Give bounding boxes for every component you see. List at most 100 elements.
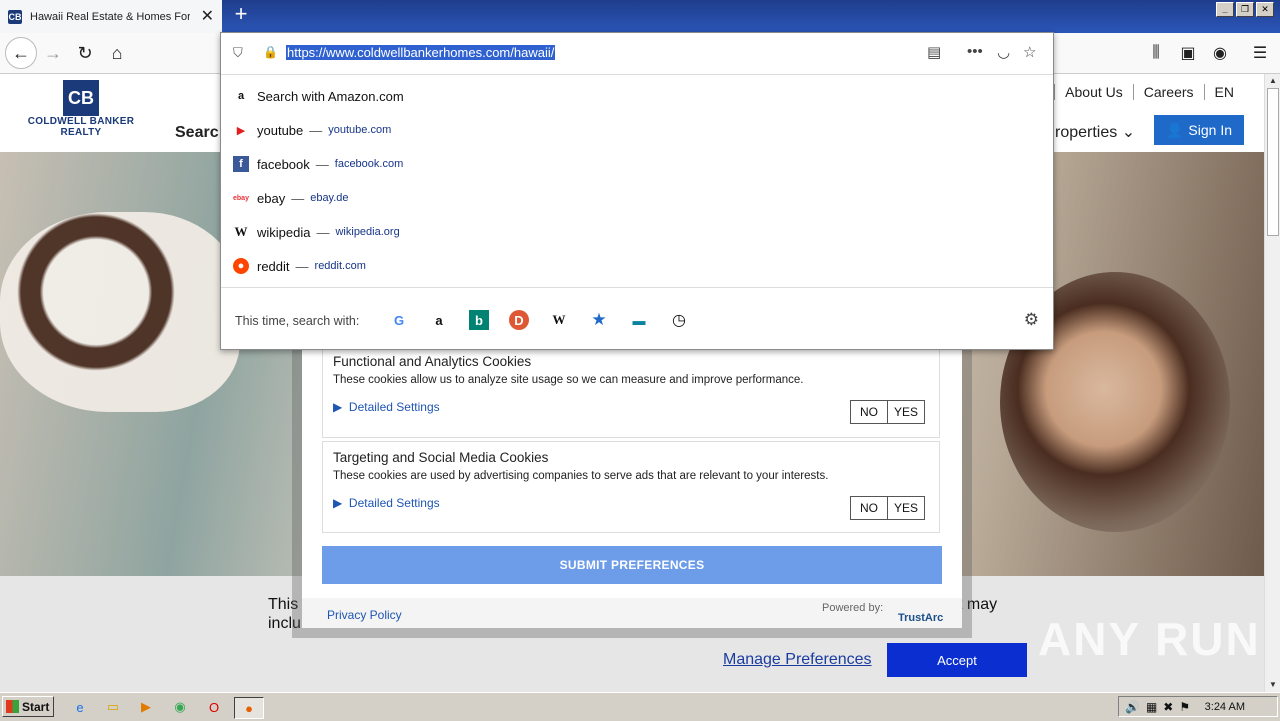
tab-strip: CB Hawaii Real Estate & Homes For Sale ✕… — [0, 0, 1280, 33]
home-button[interactable]: ⌂ — [102, 38, 132, 68]
search-label[interactable]: Searc — [175, 124, 219, 142]
minimize-button[interactable]: _ — [1216, 2, 1234, 17]
top-link-language[interactable]: EN — [1203, 84, 1244, 100]
close-tab-icon[interactable]: ✕ — [201, 8, 214, 25]
library-button[interactable]: ⫼ — [1144, 41, 1168, 65]
hamburger-menu-icon: ☰ — [1252, 45, 1268, 62]
youtube-icon: ▶ — [236, 124, 246, 137]
suggestion-url: wikipedia.org — [335, 226, 400, 238]
history-clock-icon[interactable]: ◷ — [669, 310, 689, 330]
file-explorer-icon[interactable]: ▭ — [103, 697, 123, 717]
logo-mark-icon: CB — [63, 80, 99, 116]
suggestion-url: youtube.com — [328, 124, 392, 136]
home-icon: ⌂ — [111, 42, 123, 63]
account-button[interactable]: ◉ — [1208, 41, 1232, 65]
duckduckgo-icon[interactable]: D — [509, 310, 529, 330]
top-links: e About Us Careers EN — [1026, 84, 1244, 100]
logo-line-2: REALTY — [60, 127, 102, 138]
opera-icon[interactable]: O — [204, 697, 224, 717]
forward-button[interactable]: → — [38, 38, 68, 68]
facebook-icon: f — [233, 156, 249, 172]
url-input[interactable]: https://www.coldwellbankerhomes.com/hawa… — [286, 45, 556, 60]
tab-title: Hawaii Real Estate & Homes For Sale — [30, 10, 190, 23]
tabs-icon[interactable]: ▬ — [629, 310, 649, 330]
security-icon[interactable]: ✖ — [1163, 700, 1173, 714]
google-icon[interactable]: G — [389, 310, 409, 330]
scrollbar-thumb[interactable] — [1267, 88, 1279, 236]
library-icon: ⫼ — [1152, 44, 1160, 61]
suggestion-label: facebook — [257, 156, 310, 172]
lock-icon[interactable]: 🔒 — [263, 45, 278, 59]
coldwell-banker-logo[interactable]: CB COLDWELL BANKER REALTY — [24, 80, 138, 138]
privacy-policy-link[interactable]: Privacy Policy — [327, 608, 402, 622]
one-off-search-engines: This time, search with: G a b D W ★ ▬ ◷ … — [221, 287, 1053, 350]
chevron-down-icon: ⌄ — [1121, 124, 1136, 141]
anyrun-watermark: ANY RUN — [1038, 613, 1261, 665]
suggestion-reddit[interactable]: ● reddit — reddit.com — [233, 249, 366, 283]
amazon-icon[interactable]: a — [429, 310, 449, 330]
reader-view-icon[interactable]: ▤ — [927, 43, 941, 61]
powered-by-label: Powered by: — [822, 602, 884, 614]
top-link-about-us[interactable]: About Us — [1054, 84, 1133, 100]
amazon-icon: a — [237, 90, 245, 102]
suggestion-wikipedia[interactable]: W wikipedia — wikipedia.org — [233, 215, 400, 249]
cookie-preferences-modal: Functional and Analytics Cookies These c… — [302, 346, 962, 628]
suggestion-facebook[interactable]: f facebook — facebook.com — [233, 147, 403, 181]
dog-photo — [0, 212, 240, 412]
functional-yes-button[interactable]: YES — [887, 401, 924, 423]
suggestion-ebay[interactable]: ebay ebay — ebay.de — [233, 181, 349, 215]
new-tab-button[interactable]: + — [230, 3, 252, 26]
functional-detailed-settings[interactable]: ▶ Detailed Settings — [333, 400, 440, 414]
close-window-button[interactable]: ✕ — [1256, 2, 1274, 17]
pocket-icon[interactable]: ◡ — [997, 43, 1010, 61]
forward-arrow-icon: → — [44, 42, 62, 63]
restore-button[interactable]: ❐ — [1236, 2, 1254, 17]
ebay-icon: ebay — [233, 194, 249, 202]
back-button[interactable]: ← — [5, 37, 37, 69]
reload-button[interactable]: ↻ — [70, 38, 100, 68]
chrome-icon[interactable]: ◉ — [170, 697, 190, 717]
targeting-detailed-settings[interactable]: ▶ Detailed Settings — [333, 496, 440, 510]
accept-button[interactable]: Accept — [887, 643, 1027, 677]
internet-explorer-icon[interactable]: e — [70, 697, 90, 717]
url-bar[interactable]: ⛉ 🔒 https://www.coldwellbankerhomes.com/… — [221, 33, 1053, 75]
bookmark-star-icon[interactable]: ☆ — [1023, 43, 1036, 61]
wikipedia-icon[interactable]: W — [549, 310, 569, 330]
tracking-protection-shield-icon[interactable]: ⛉ — [233, 45, 243, 61]
properties-menu[interactable]: roperties ⌄ — [1055, 122, 1135, 142]
search-settings-gear-icon[interactable]: ⚙ — [1024, 310, 1039, 330]
start-button[interactable]: Start — [2, 696, 54, 717]
firefox-taskbar-button[interactable]: ● — [234, 697, 264, 719]
scroll-down-arrow-icon[interactable]: ▼ — [1265, 678, 1280, 692]
network-icon[interactable]: ▦ — [1146, 700, 1157, 714]
suggestion-youtube[interactable]: ▶ youtube — youtube.com — [233, 113, 391, 147]
submit-preferences-button[interactable]: SUBMIT PREFERENCES — [322, 546, 942, 584]
suggestion-separator: — — [316, 224, 330, 240]
targeting-yes-button[interactable]: YES — [887, 497, 924, 519]
sidebar-button[interactable]: ▣ — [1176, 41, 1200, 65]
targeting-cookies-title: Targeting and Social Media Cookies — [333, 450, 549, 465]
triangle-right-icon: ▶ — [333, 496, 349, 510]
logo-line-1: COLDWELL BANKER — [27, 116, 135, 127]
manage-preferences-link[interactable]: Manage Preferences — [723, 651, 872, 669]
top-link-careers[interactable]: Careers — [1132, 84, 1204, 100]
bing-icon[interactable]: b — [469, 310, 489, 330]
page-scrollbar[interactable]: ▲ ▼ — [1264, 74, 1280, 692]
bookmarks-star-icon[interactable]: ★ — [589, 310, 609, 330]
firefox-icon: ● — [245, 700, 253, 716]
scroll-up-arrow-icon[interactable]: ▲ — [1265, 74, 1280, 88]
functional-cookies-toggle: NO YES — [850, 400, 925, 424]
account-icon: ◉ — [1213, 45, 1227, 62]
browser-tab[interactable]: CB Hawaii Real Estate & Homes For Sale ✕ — [0, 0, 222, 33]
page-actions-icon[interactable]: ••• — [967, 43, 983, 60]
functional-no-button[interactable]: NO — [851, 401, 887, 423]
sign-in-button[interactable]: 👤 Sign In — [1154, 115, 1244, 145]
menu-button[interactable]: ☰ — [1248, 41, 1272, 65]
volume-icon[interactable]: 🔊 — [1125, 700, 1140, 714]
suggestion-separator: — — [309, 122, 323, 138]
suggestion-amazon-search[interactable]: a Search with Amazon.com — [233, 79, 404, 113]
action-center-flag-icon[interactable]: ⚑ — [1179, 700, 1190, 714]
targeting-no-button[interactable]: NO — [851, 497, 887, 519]
functional-cookies-description: These cookies allow us to analyze site u… — [333, 374, 804, 386]
media-player-icon[interactable]: ▶ — [136, 697, 156, 717]
